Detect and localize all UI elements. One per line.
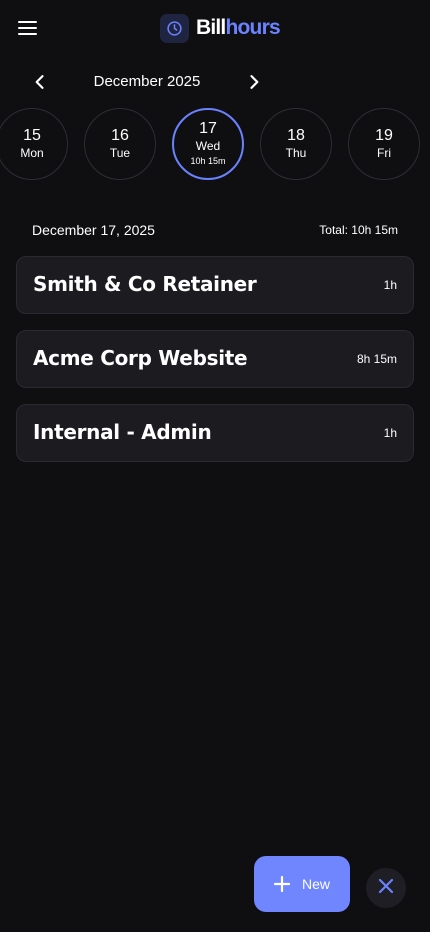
day-chip-18[interactable]: 18 Thu: [260, 108, 332, 180]
chevron-right-icon[interactable]: [244, 72, 264, 92]
day-chip-19[interactable]: 19 Fri: [348, 108, 420, 180]
day-hours: 10h 15m: [190, 155, 226, 166]
brand-name-part2: hours: [225, 16, 280, 39]
new-entry-label: New: [302, 876, 331, 892]
chevron-left-icon[interactable]: [30, 72, 50, 92]
entry-title: Internal - Admin: [33, 420, 212, 444]
day-weekday: Tue: [109, 146, 131, 160]
app-logo: Billhours: [160, 12, 281, 44]
time-entry-card[interactable]: Smith & Co Retainer 1h: [16, 256, 414, 314]
day-summary: December 17, 2025 Total: 10h 15m: [0, 220, 430, 242]
day-weekday: Wed: [195, 138, 221, 153]
clock-icon: [160, 13, 189, 43]
time-entry-card[interactable]: Acme Corp Website 8h 15m: [16, 330, 414, 388]
entry-duration: 8h 15m: [356, 352, 397, 366]
day-number: 16: [111, 127, 129, 144]
time-entry-card[interactable]: Internal - Admin 1h: [16, 404, 414, 462]
app-header: Billhours: [0, 0, 430, 56]
day-weekday: Thu: [285, 146, 307, 160]
month-navigation: December 2025: [0, 66, 430, 98]
day-number: 15: [23, 127, 41, 144]
day-chip-15[interactable]: 15 Mon: [0, 108, 68, 180]
total-hours: Total: 10h 15m: [319, 223, 398, 237]
brand-name: Billhours: [196, 16, 281, 40]
entry-title: Acme Corp Website: [33, 346, 248, 370]
entry-duration: 1h: [383, 426, 397, 440]
day-number: 18: [287, 127, 305, 144]
month-label: December 2025: [93, 73, 201, 90]
app-root: Billhours December 2025 15 Mon 16 Tue 17…: [0, 0, 430, 932]
entry-title: Smith & Co Retainer: [33, 272, 257, 296]
day-number: 17: [199, 119, 217, 137]
hamburger-menu-icon[interactable]: [14, 16, 42, 40]
day-number: 19: [375, 127, 393, 144]
day-weekday: Fri: [377, 146, 391, 160]
brand-name-part1: Bill: [196, 16, 226, 39]
day-chip-16[interactable]: 16 Tue: [84, 108, 156, 180]
day-chip-17-selected[interactable]: 17 Wed 10h 15m: [172, 108, 244, 180]
selected-date-heading: December 17, 2025: [32, 222, 155, 238]
plus-icon: [273, 875, 291, 893]
new-entry-button[interactable]: New: [254, 856, 350, 912]
day-strip: 15 Mon 16 Tue 17 Wed 10h 15m 18 Thu 19 F…: [0, 108, 430, 180]
close-icon: [377, 877, 395, 900]
close-button[interactable]: [366, 868, 406, 908]
entry-duration: 1h: [383, 278, 397, 292]
day-weekday: Mon: [20, 146, 44, 160]
